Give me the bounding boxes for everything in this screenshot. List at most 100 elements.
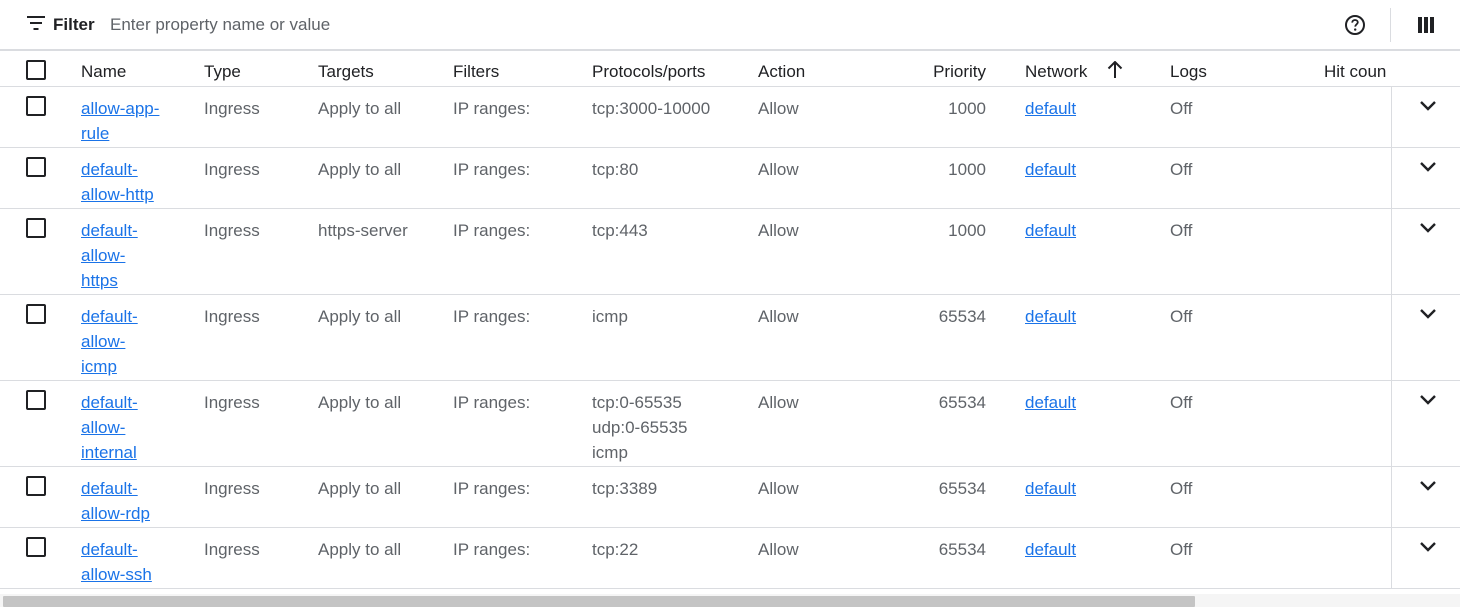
row-checkbox[interactable] (26, 390, 46, 410)
horizontal-scrollbar-thumb[interactable] (3, 596, 1195, 607)
priority-cell: 65534 (938, 393, 986, 412)
row-actions-cell (1391, 467, 1460, 527)
network-link[interactable]: default (1025, 307, 1076, 326)
network-cell: default (1025, 96, 1076, 121)
priority-cell: 65534 (938, 479, 986, 498)
targets-cell: Apply to all (318, 99, 402, 118)
rule-name-link[interactable]: default-allow-https (81, 221, 138, 290)
targets-cell: Apply to all (318, 479, 402, 498)
filters-cell: IP ranges: (453, 160, 531, 179)
priority-cell: 1000 (948, 221, 986, 240)
rule-name-link[interactable]: default-allow-rdp (81, 479, 150, 523)
network-link[interactable]: default (1025, 160, 1076, 179)
row-checkbox[interactable] (26, 476, 46, 496)
protocols-cell: tcp:443 (592, 221, 648, 240)
chevron-down-icon[interactable] (1419, 541, 1437, 553)
type-cell: Ingress (204, 393, 260, 412)
rule-name-link[interactable]: default-allow-icmp (81, 307, 138, 376)
filters-cell: IP ranges: (453, 540, 531, 559)
rule-name-cell: allow-app-rule (81, 96, 176, 146)
row-actions-cell (1391, 528, 1460, 588)
filter-label[interactable]: Filter (53, 15, 95, 35)
col-header-filters[interactable]: Filters (453, 59, 499, 84)
network-link[interactable]: default (1025, 540, 1076, 559)
row-checkbox[interactable] (26, 304, 46, 324)
header-actions-cell (1391, 51, 1460, 86)
col-header-type[interactable]: Type (204, 59, 241, 84)
type-cell: Ingress (204, 540, 260, 559)
col-header-targets[interactable]: Targets (318, 59, 374, 84)
rule-name-cell: default-allow-icmp (81, 304, 176, 379)
sort-ascending-icon[interactable] (1107, 61, 1123, 79)
network-link[interactable]: default (1025, 393, 1076, 412)
row-actions-cell (1391, 148, 1460, 208)
table-row: default-allow-ssh Ingress Apply to all IP r… (0, 528, 1460, 589)
table-row: default-allow-http Ingress Apply to all IP … (0, 148, 1460, 209)
filters-cell: IP ranges: (453, 99, 531, 118)
action-cell: Allow (758, 479, 799, 498)
priority-cell: 65534 (938, 540, 986, 559)
col-header-name[interactable]: Name (81, 59, 176, 84)
targets-cell: Apply to all (318, 160, 402, 179)
action-cell: Allow (758, 540, 799, 559)
row-actions-cell (1391, 87, 1460, 147)
logs-cell: Off (1170, 160, 1193, 179)
rule-name-link[interactable]: default-allow-http (81, 160, 154, 204)
network-link[interactable]: default (1025, 99, 1076, 118)
type-cell: Ingress (204, 479, 260, 498)
filters-cell: IP ranges: (453, 221, 531, 240)
chevron-down-icon[interactable] (1419, 480, 1437, 492)
rule-name-cell: default-allow-http (81, 157, 176, 207)
type-cell: Ingress (204, 307, 260, 326)
protocols-cell: tcp:0-65535 udp:0-65535 icmp (592, 393, 688, 462)
row-actions-cell (1391, 381, 1460, 466)
network-link[interactable]: default (1025, 221, 1076, 240)
rule-name-link[interactable]: allow-app-rule (81, 99, 159, 143)
row-checkbox[interactable] (26, 96, 46, 116)
col-header-hit-count[interactable]: Hit coun (1324, 59, 1391, 84)
help-icon[interactable] (1344, 14, 1366, 36)
type-cell: Ingress (204, 160, 260, 179)
chevron-down-icon[interactable] (1419, 308, 1437, 320)
firewall-rules-table: Name Type Targets Filters Protocols/port… (0, 50, 1460, 589)
table-row: allow-app-rule Ingress Apply to all IP rang… (0, 87, 1460, 148)
row-checkbox[interactable] (26, 157, 46, 177)
chevron-down-icon[interactable] (1419, 394, 1437, 406)
logs-cell: Off (1170, 307, 1193, 326)
rule-name-cell: default-allow-rdp (81, 476, 176, 526)
logs-cell: Off (1170, 479, 1193, 498)
chevron-down-icon[interactable] (1419, 161, 1437, 173)
network-link[interactable]: default (1025, 479, 1076, 498)
type-cell: Ingress (204, 221, 260, 240)
row-checkbox[interactable] (26, 218, 46, 238)
chevron-down-icon[interactable] (1419, 100, 1437, 112)
network-cell: default (1025, 390, 1076, 415)
action-cell: Allow (758, 393, 799, 412)
network-cell: default (1025, 218, 1076, 243)
network-cell: default (1025, 476, 1076, 501)
chevron-down-icon[interactable] (1419, 222, 1437, 234)
filter-toolbar: Filter (0, 0, 1460, 50)
rule-name-link[interactable]: default-allow-ssh (81, 540, 152, 584)
rule-name-link[interactable]: default-allow-internal (81, 393, 138, 462)
col-header-logs[interactable]: Logs (1170, 59, 1207, 84)
filter-input[interactable] (104, 10, 1296, 40)
toolbar-divider (1390, 8, 1391, 42)
logs-cell: Off (1170, 393, 1193, 412)
row-actions-cell (1391, 209, 1460, 294)
column-display-icon[interactable] (1418, 17, 1434, 33)
protocols-cell: icmp (592, 307, 628, 326)
col-header-protocols[interactable]: Protocols/ports (592, 59, 705, 84)
rule-name-cell: default-allow-internal (81, 390, 176, 465)
row-checkbox[interactable] (26, 537, 46, 557)
col-header-network[interactable]: Network (1025, 59, 1087, 84)
protocols-cell: tcp:22 (592, 540, 639, 559)
filter-icon[interactable] (27, 16, 45, 30)
row-actions-cell (1391, 295, 1460, 380)
col-header-action[interactable]: Action (758, 59, 805, 84)
rule-name-cell: default-allow-ssh (81, 537, 176, 587)
col-header-priority[interactable]: Priority (890, 59, 986, 84)
select-all-checkbox[interactable] (26, 60, 46, 80)
protocols-cell: tcp:3000-10000 (592, 99, 711, 118)
filters-cell: IP ranges: (453, 479, 531, 498)
